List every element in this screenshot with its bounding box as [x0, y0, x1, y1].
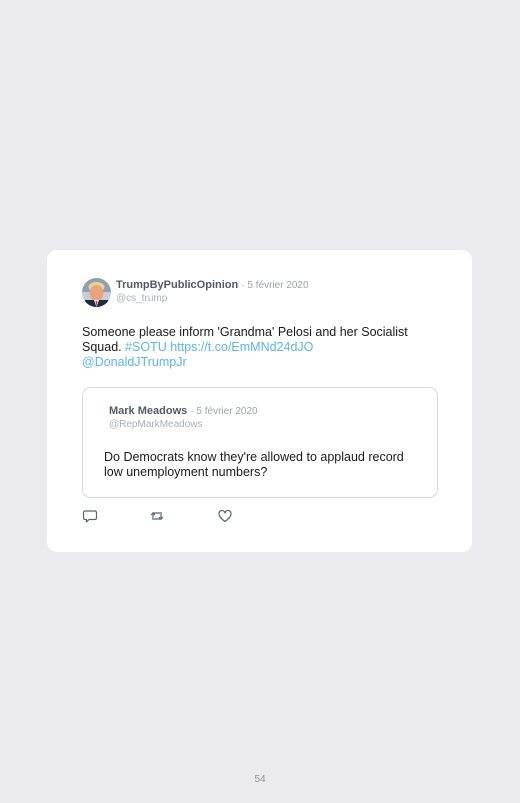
avatar[interactable] — [82, 278, 111, 307]
author-line: TrumpByPublicOpinion · 5 février 2020 — [116, 279, 309, 291]
reply-icon — [82, 508, 98, 524]
author-name[interactable]: TrumpByPublicOpinion — [116, 279, 238, 291]
quoted-author-line: Mark Meadows · 5 février 2020 — [109, 405, 258, 417]
quoted-author-name[interactable]: Mark Meadows — [109, 405, 187, 417]
reply-button[interactable] — [82, 508, 98, 524]
retweet-icon — [149, 508, 165, 524]
quoted-handle[interactable]: @RepMarkMeadows — [109, 419, 203, 430]
url-link[interactable]: https://t.co/EmMNd24dJO — [170, 340, 313, 354]
hashtag-link[interactable]: #SOTU — [125, 340, 167, 354]
quoted-text: Do Democrats know they're allowed to app… — [104, 450, 404, 479]
author-handle[interactable]: @cs_trump — [116, 293, 167, 304]
mention-link[interactable]: @DonaldJTrumpJr — [82, 355, 187, 369]
page-number: 54 — [254, 774, 266, 785]
tweet-card: TrumpByPublicOpinion · 5 février 2020 @c… — [47, 250, 472, 552]
like-button[interactable] — [217, 508, 233, 524]
quoted-tweet[interactable]: Mark Meadows · 5 février 2020 @RepMarkMe… — [82, 387, 438, 498]
retweet-button[interactable] — [149, 508, 165, 524]
quoted-date[interactable]: · 5 février 2020 — [190, 406, 257, 417]
heart-icon — [217, 508, 233, 524]
tweet-actions — [82, 508, 282, 524]
tweet-text: Someone please inform 'Grandma' Pelosi a… — [82, 325, 447, 370]
tweet-date[interactable]: · 5 février 2020 — [241, 280, 308, 291]
